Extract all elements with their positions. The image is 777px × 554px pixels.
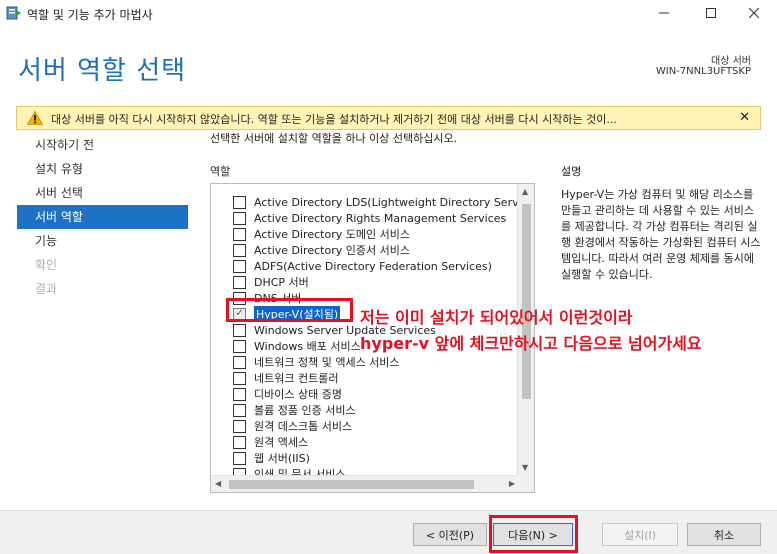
install-button: 설치(I) xyxy=(602,523,678,546)
role-checkbox[interactable] xyxy=(233,355,246,369)
title-bar: 역할 및 기능 추가 마법사 xyxy=(0,0,777,28)
nav-item-results: 결과 xyxy=(35,282,58,296)
role-checkbox[interactable] xyxy=(233,419,246,433)
role-label: 원격 데스크톱 서비스 xyxy=(254,420,353,433)
role-label: ADFS(Active Directory Federation Service… xyxy=(254,259,492,273)
next-button-highlight-annotation xyxy=(489,515,578,553)
role-checkbox[interactable] xyxy=(233,195,246,209)
maximize-button[interactable] xyxy=(688,0,734,26)
role-label: 디바이스 상태 증명 xyxy=(254,388,342,401)
role-item[interactable]: DHCP 서버 xyxy=(233,274,309,290)
role-checkbox[interactable] xyxy=(233,339,246,353)
role-checkbox[interactable] xyxy=(233,227,246,241)
scroll-left-icon[interactable]: ◀ xyxy=(215,479,221,488)
hyperv-highlight-annotation xyxy=(226,298,353,322)
role-item[interactable]: 네트워크 컨트롤러 xyxy=(233,370,338,386)
warning-icon xyxy=(27,111,43,125)
page-title: 서버 역할 선택 xyxy=(18,56,187,86)
horizontal-scrollbar[interactable]: ◀ ▶ xyxy=(211,475,519,492)
scroll-up-icon[interactable]: ▲ xyxy=(522,187,528,196)
scroll-down-icon[interactable]: ▼ xyxy=(522,463,528,472)
role-checkbox[interactable] xyxy=(233,243,246,257)
minimize-icon xyxy=(659,12,669,14)
role-label: Active Directory 인증서 서비스 xyxy=(254,244,410,257)
description-heading: 설명 xyxy=(561,165,582,178)
role-item[interactable]: Active Directory LDS(Lightweight Directo… xyxy=(233,194,528,210)
role-item[interactable]: 볼륨 정품 인증 서비스 xyxy=(233,402,356,418)
nav-item-before-you-begin[interactable]: 시작하기 전 xyxy=(17,133,188,157)
role-label: Windows 배포 서비스 xyxy=(254,340,361,353)
nav-item-features[interactable]: 기능 xyxy=(17,229,188,253)
previous-button[interactable]: < 이전(P) xyxy=(413,523,487,546)
role-checkbox[interactable] xyxy=(233,211,246,225)
role-checkbox[interactable] xyxy=(233,387,246,401)
nav-item-installation-type[interactable]: 설치 유형 xyxy=(17,157,188,181)
role-checkbox[interactable] xyxy=(233,275,246,289)
role-item[interactable]: Active Directory 인증서 서비스 xyxy=(233,242,410,258)
instruction-text: 선택한 서버에 설치할 역할을 하나 이상 선택하십시오. xyxy=(210,132,458,145)
role-checkbox[interactable] xyxy=(233,259,246,273)
role-checkbox[interactable] xyxy=(233,435,246,449)
role-item[interactable]: Active Directory 도메인 서비스 xyxy=(233,226,410,242)
warning-text: 대상 서버를 아직 다시 시작하지 않았습니다. 역할 또는 기능을 설치하거나… xyxy=(51,113,617,126)
roles-heading: 역할 xyxy=(210,165,231,178)
destination-server-label: 대상 서버 xyxy=(711,56,751,67)
destination-server-name: WIN-7NNL3UFTSKP xyxy=(655,66,751,77)
nav-item-server-roles[interactable]: 서버 역할 xyxy=(17,205,188,229)
role-item[interactable]: 디바이스 상태 증명 xyxy=(233,386,342,402)
annotation-text-line2: hyper-v 앞에 체크만하시고 다음으로 넘어가세요 xyxy=(360,334,702,353)
role-label: Active Directory Rights Management Servi… xyxy=(254,211,507,225)
role-label: 볼륨 정품 인증 서비스 xyxy=(254,404,356,417)
role-label: 원격 액세스 xyxy=(254,436,309,449)
horizontal-scroll-thumb[interactable] xyxy=(229,480,474,489)
role-item[interactable]: Windows 배포 서비스 xyxy=(233,338,361,354)
role-checkbox[interactable] xyxy=(233,403,246,417)
role-label: Active Directory 도메인 서비스 xyxy=(254,228,410,241)
role-item[interactable]: 네트워크 정책 및 액세스 서비스 xyxy=(233,354,400,370)
role-item[interactable]: Active Directory Rights Management Servi… xyxy=(233,210,506,226)
role-checkbox[interactable] xyxy=(233,371,246,385)
scroll-right-icon[interactable]: ▶ xyxy=(509,479,515,488)
role-label: 네트워크 컨트롤러 xyxy=(254,372,339,385)
role-checkbox[interactable] xyxy=(233,323,246,337)
annotation-text-line1: 저는 이미 설치가 되어있어서 이런것이라 xyxy=(360,308,633,327)
restart-warning-banner: 대상 서버를 아직 다시 시작하지 않았습니다. 역할 또는 기능을 설치하거나… xyxy=(16,106,761,130)
wizard-navigation: 시작하기 전 설치 유형 서버 선택 서버 역할 기능 확인 결과 xyxy=(17,133,188,301)
window-title: 역할 및 기능 추가 마법사 xyxy=(27,8,153,22)
role-item[interactable]: 원격 액세스 xyxy=(233,434,308,450)
server-manager-icon xyxy=(6,6,21,20)
scrollbar-corner xyxy=(517,475,534,492)
warning-close-button[interactable]: ✕ xyxy=(739,110,750,125)
role-checkbox[interactable] xyxy=(233,451,246,465)
maximize-icon xyxy=(706,8,716,18)
vertical-scroll-thumb[interactable] xyxy=(522,204,531,399)
nav-item-server-selection[interactable]: 서버 선택 xyxy=(17,181,188,205)
role-label: DHCP 서버 xyxy=(254,276,309,289)
close-button[interactable] xyxy=(731,0,777,26)
role-label: 네트워크 정책 및 액세스 서비스 xyxy=(254,356,400,369)
minimize-button[interactable] xyxy=(641,0,687,26)
nav-item-confirmation: 확인 xyxy=(35,258,58,272)
role-description: Hyper-V는 가상 컴퓨터 및 해당 리소스를 만들고 관리하는 데 사용할… xyxy=(561,188,761,281)
close-icon xyxy=(749,8,759,18)
role-item[interactable]: 웹 서버(IIS) xyxy=(233,450,310,466)
role-item[interactable]: 원격 데스크톱 서비스 xyxy=(233,418,352,434)
role-item[interactable]: ADFS(Active Directory Federation Service… xyxy=(233,258,492,274)
role-label: Active Directory LDS(Lightweight Directo… xyxy=(254,195,528,209)
role-label: 웹 서버(IIS) xyxy=(254,452,310,465)
cancel-button[interactable]: 취소 xyxy=(687,523,761,546)
